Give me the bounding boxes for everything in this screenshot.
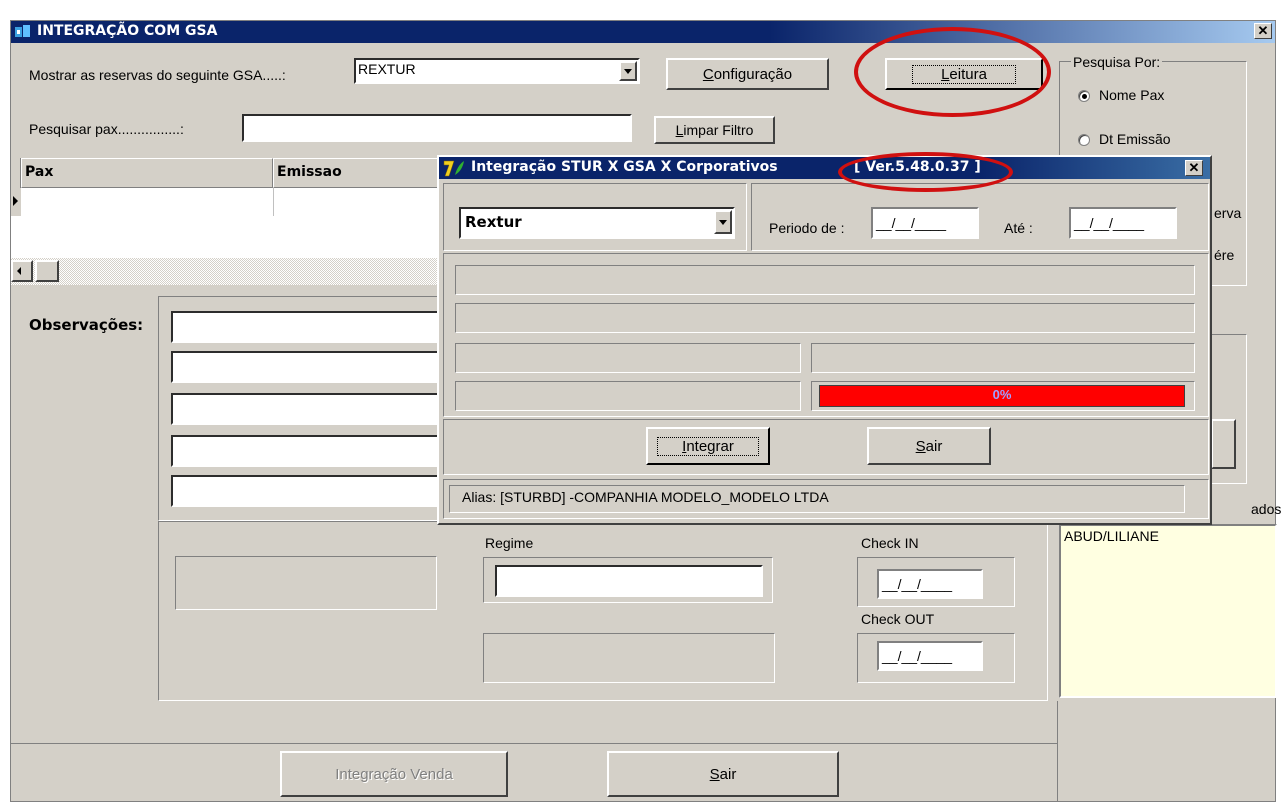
- dialog-close-icon[interactable]: ✕: [1185, 160, 1203, 176]
- bottom-divider: [11, 743, 1057, 744]
- observation-field-2[interactable]: [171, 351, 451, 383]
- chevron-left-icon: [17, 267, 21, 275]
- annotation-ring-leitura: [854, 27, 1051, 117]
- button-frame: [443, 419, 1209, 475]
- integracao-venda-label: Integração Venda: [335, 765, 453, 783]
- radio-nome-pax-label: Nome Pax: [1099, 87, 1165, 103]
- progress-text: 0%: [992, 387, 1012, 402]
- periodo-label: Periodo de :: [769, 220, 845, 236]
- row-indicator: [11, 188, 21, 216]
- dialog-titlebar: Integração STUR X GSA X Corporativos [ V…: [439, 157, 1210, 179]
- gsa-select-value: REXTUR: [358, 61, 416, 77]
- integration-dialog: Integração STUR X GSA X Corporativos [ V…: [437, 155, 1212, 525]
- config-button[interactable]: Configuração: [666, 58, 829, 90]
- grid-empty-area: [11, 216, 441, 258]
- regime-label: Regime: [485, 535, 534, 551]
- observations-label: Observações:: [29, 316, 144, 334]
- config-button-label: Configuração: [702, 65, 793, 83]
- detail-readonly-field: [175, 556, 437, 610]
- dialog-gsa-select[interactable]: Rextur: [459, 207, 735, 239]
- cell-divider: [273, 188, 274, 216]
- checkin-label: Check IN: [861, 535, 919, 551]
- names-list[interactable]: ABUD/LILIANE: [1059, 524, 1277, 698]
- integracao-venda-button[interactable]: Integração Venda: [280, 751, 508, 797]
- row-pointer-icon: [13, 196, 18, 206]
- search-by-label: Pesquisa Por:: [1071, 54, 1163, 70]
- status-line-2: [455, 303, 1195, 333]
- dialog-sair-label: Sair: [915, 437, 943, 455]
- periodo-input[interactable]: __/__/____: [871, 207, 979, 239]
- list-item[interactable]: ABUD/LILIANE: [1064, 528, 1272, 544]
- table-row[interactable]: [11, 188, 441, 216]
- status-line-3b: [811, 343, 1195, 373]
- observation-field-4[interactable]: [171, 435, 451, 467]
- scroll-left-button[interactable]: [11, 260, 33, 282]
- radio-dt-emissao[interactable]: [1078, 134, 1090, 146]
- integrar-label: Integrar: [657, 436, 759, 456]
- gsa-select[interactable]: REXTUR: [354, 58, 640, 84]
- grid-corner: [11, 158, 21, 188]
- dialog-gsa-value: Rextur: [465, 213, 522, 231]
- alias-text: Alias: [STURBD] -COMPANHIA MODELO_MODELO…: [449, 485, 1185, 513]
- status-line-4: [455, 381, 801, 411]
- column-header-emissao[interactable]: Emissao: [273, 158, 441, 188]
- sair-main-button[interactable]: Sair: [607, 751, 839, 797]
- search-input[interactable]: [242, 114, 632, 142]
- checkout-label: Check OUT: [861, 611, 935, 627]
- regime-input[interactable]: [495, 565, 763, 597]
- gsa-label: Mostrar as reservas do seguinte GSA.....…: [29, 67, 286, 83]
- right-partial-button[interactable]: [1211, 419, 1236, 469]
- clear-filter-button[interactable]: Limpar Filtro: [654, 116, 775, 144]
- ate-input[interactable]: __/__/____: [1069, 207, 1177, 239]
- horizontal-scrollbar[interactable]: [11, 258, 441, 285]
- chevron-down-icon[interactable]: [619, 61, 637, 81]
- close-icon[interactable]: ✕: [1254, 23, 1272, 39]
- dialog-title: Integração STUR X GSA X Corporativos: [471, 159, 778, 175]
- ate-label: Até :: [1004, 220, 1033, 236]
- radio-dt-emissao-label: Dt Emissão: [1099, 131, 1171, 147]
- window-title: INTEGRAÇÃO COM GSA: [37, 23, 218, 39]
- radio-nome-pax[interactable]: [1078, 90, 1090, 102]
- progress-bar: 0%: [819, 385, 1185, 407]
- search-label: Pesquisar pax................:: [29, 121, 184, 137]
- app-logo-icon: [443, 160, 464, 177]
- sair-main-label: Sair: [709, 765, 737, 783]
- observation-field-5[interactable]: [171, 475, 451, 507]
- detail-readonly-field-2: [483, 633, 775, 683]
- partial-pere-label: ére: [1214, 247, 1235, 263]
- column-header-pax[interactable]: Pax: [21, 158, 273, 188]
- observation-field-1[interactable]: [171, 311, 451, 343]
- checkout-input[interactable]: __/__/____: [877, 641, 983, 671]
- dialog-sair-button[interactable]: Sair: [867, 427, 991, 465]
- annotation-ring-version: [838, 152, 1013, 192]
- status-line-1: [455, 265, 1195, 295]
- status-line-3a: [455, 343, 801, 373]
- app-icon: [15, 25, 30, 37]
- checkin-input[interactable]: __/__/____: [877, 569, 983, 599]
- scroll-thumb[interactable]: [35, 260, 59, 282]
- bottom-vertical-divider: [1057, 701, 1058, 801]
- partial-ados-label: ados: [1251, 501, 1281, 517]
- dialog-chevron-down-icon[interactable]: [714, 210, 732, 234]
- partial-reserva-label: erva: [1214, 205, 1242, 221]
- main-titlebar: INTEGRAÇÃO COM GSA ✕: [11, 21, 1275, 43]
- integrar-button[interactable]: Integrar: [646, 427, 770, 465]
- reservations-grid[interactable]: Pax Emissao: [11, 158, 441, 285]
- observation-field-3[interactable]: [171, 393, 451, 425]
- clear-filter-label: Limpar Filtro: [675, 122, 754, 138]
